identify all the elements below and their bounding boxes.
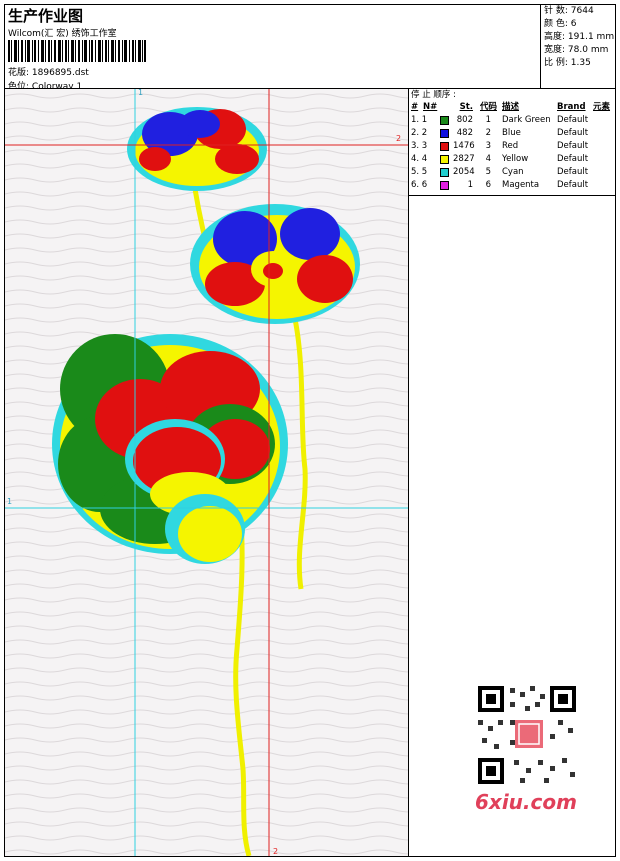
row-stitches: 802 — [456, 115, 473, 125]
row-index: 1. 1 — [411, 115, 428, 125]
row-description: Yellow — [502, 154, 529, 164]
company-name: Wilcom(汇 宏) 绣饰工作室 — [8, 29, 117, 39]
sequence-row: 3. 3 1476 3 Red Default — [409, 140, 616, 153]
color-swatch — [440, 181, 449, 190]
row-description: Red — [502, 141, 519, 151]
row-index: 2. 2 — [411, 128, 428, 138]
sequence-row: 1. 1 802 1 Dark Green Default — [409, 114, 616, 127]
row-brand: Default — [557, 154, 589, 164]
row-brand: Default — [557, 180, 589, 190]
row-description: Cyan — [502, 167, 524, 177]
embroidery-design — [5, 89, 408, 856]
row-brand: Default — [557, 167, 589, 177]
color-swatch — [440, 129, 449, 138]
row-description: Magenta — [502, 180, 540, 190]
barcode-icon — [8, 40, 146, 62]
sequence-row: 5. 5 2054 5 Cyan Default — [409, 166, 616, 179]
stats-panel: 针 数: 7644 颜 色: 6 高度: 191.1 mm 宽度: 78.0 m… — [540, 5, 616, 88]
stat-stitches: 针 数: 7644 — [544, 6, 594, 16]
guide-marker-red-bottom: 2 — [273, 847, 279, 856]
qr-code-icon[interactable] — [470, 680, 585, 792]
color-swatch — [440, 155, 449, 164]
row-index: 5. 5 — [411, 167, 428, 177]
row-index: 3. 3 — [411, 141, 428, 151]
sequence-header-row: # N# St. 代码 描述 Brand 元素 — [411, 102, 611, 112]
row-index: 6. 6 — [411, 180, 428, 190]
row-stitches: 2054 — [453, 167, 475, 177]
row-code: 5 — [485, 167, 491, 177]
row-code: 3 — [485, 141, 491, 151]
row-description: Dark Green — [502, 115, 551, 125]
flower-top — [127, 107, 267, 191]
header-info: 生产作业图 Wilcom(汇 宏) 绣饰工作室 花版: 1896895.dst … — [5, 5, 540, 92]
embroidery-preview[interactable]: 1 1 2 2 — [5, 89, 408, 856]
row-code: 6 — [485, 180, 491, 190]
row-code: 4 — [485, 154, 491, 164]
stat-colors: 颜 色: 6 — [544, 19, 577, 29]
design-line: 花版: 1896895.dst — [8, 65, 89, 78]
stop-sequence-table: 停 止 顺序 : # N# St. 代码 描述 Brand 元素 1. 1 802… — [409, 89, 616, 192]
row-brand: Default — [557, 115, 589, 125]
color-swatch — [440, 116, 449, 125]
stat-height: 高度: 191.1 mm — [544, 32, 615, 42]
page-title: 生产作业图 — [8, 7, 84, 25]
row-stitches: 482 — [456, 128, 473, 138]
row-code: 2 — [485, 128, 491, 138]
stat-scale: 比 例: 1.35 — [544, 58, 591, 68]
design-label: 花版: — [8, 68, 30, 78]
guide-marker-red-right: 2 — [396, 134, 402, 143]
sequence-row: 2. 2 482 2 Blue Default — [409, 127, 616, 140]
stat-width: 宽度: 78.0 mm — [544, 45, 609, 55]
row-index: 4. 4 — [411, 154, 428, 164]
color-swatch — [440, 168, 449, 177]
sequence-title: 停 止 顺序 : — [411, 90, 456, 100]
row-stitches: 1476 — [453, 141, 475, 151]
guide-marker-cyan-top: 1 — [138, 89, 144, 97]
sequence-row: 4. 4 2827 4 Yellow Default — [409, 153, 616, 166]
row-brand: Default — [557, 141, 589, 151]
row-stitches: 1 — [467, 180, 473, 190]
guide-marker-cyan-left: 1 — [7, 497, 13, 506]
row-code: 1 — [485, 115, 491, 125]
sequence-divider — [409, 195, 616, 196]
flower-middle — [190, 204, 360, 324]
design-value: 1896895.dst — [31, 68, 89, 78]
row-stitches: 2827 — [453, 154, 475, 164]
row-description: Blue — [502, 128, 521, 138]
watermark-text: 6xiu.com — [475, 790, 577, 814]
panel-divider — [408, 89, 409, 856]
sequence-row: 6. 6 1 6 Magenta Default — [409, 179, 616, 192]
row-brand: Default — [557, 128, 589, 138]
color-swatch — [440, 142, 449, 151]
